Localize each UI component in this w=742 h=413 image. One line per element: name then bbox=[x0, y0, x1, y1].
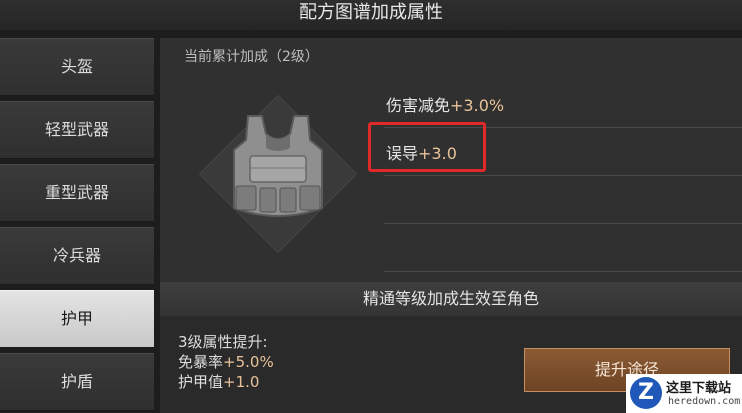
armor-vest-icon bbox=[226, 110, 330, 234]
mastery-banner: 精通等级加成生效至角色 bbox=[160, 282, 742, 316]
next-level-bonuses: 3级属性提升: 免暴率+5.0% 护甲值+1.0 bbox=[178, 332, 274, 392]
stat-name: 伤害减免 bbox=[386, 96, 451, 115]
watermark-url: heredown.com bbox=[668, 396, 741, 407]
page-title: 配方图谱加成属性 bbox=[0, 0, 742, 30]
highlight-box bbox=[368, 122, 486, 172]
stat-row bbox=[384, 176, 742, 224]
current-bonus-panel: 当前累计加成（2级） 伤害减免+3.0% 误导+3.0 bbox=[160, 38, 742, 282]
next-level-heading: 3级属性提升: bbox=[178, 333, 268, 351]
sidebar-item-heavy-weapons[interactable]: 重型武器 bbox=[0, 164, 154, 222]
watermark-title: 这里下载站 bbox=[666, 381, 732, 396]
bonus-name: 免暴率 bbox=[178, 353, 224, 371]
site-watermark: Z 这里下载站 heredown.com bbox=[626, 374, 742, 413]
bonus-value: +5.0% bbox=[223, 353, 274, 371]
category-sidebar: 头盔 轻型武器 重型武器 冷兵器 护甲 护盾 bbox=[0, 38, 156, 413]
sidebar-item-melee-weapons[interactable]: 冷兵器 bbox=[0, 227, 154, 285]
bonus-name: 护甲值 bbox=[178, 373, 224, 391]
bonus-line: 免暴率+5.0% bbox=[178, 352, 274, 372]
stat-row: 伤害减免+3.0% bbox=[384, 80, 742, 128]
site-logo-icon: Z bbox=[630, 377, 662, 409]
sidebar-item-armor[interactable]: 护甲 bbox=[0, 290, 154, 348]
sidebar-item-helmet[interactable]: 头盔 bbox=[0, 38, 154, 96]
sidebar-item-shield[interactable]: 护盾 bbox=[0, 353, 154, 411]
stat-value: +3.0% bbox=[450, 96, 505, 115]
bonus-line: 护甲值+1.0 bbox=[178, 372, 274, 392]
stat-row bbox=[384, 224, 742, 272]
bonus-value: +1.0 bbox=[223, 373, 260, 391]
sidebar-item-light-weapons[interactable]: 轻型武器 bbox=[0, 101, 154, 159]
section-title: 当前累计加成（2级） bbox=[184, 49, 319, 65]
